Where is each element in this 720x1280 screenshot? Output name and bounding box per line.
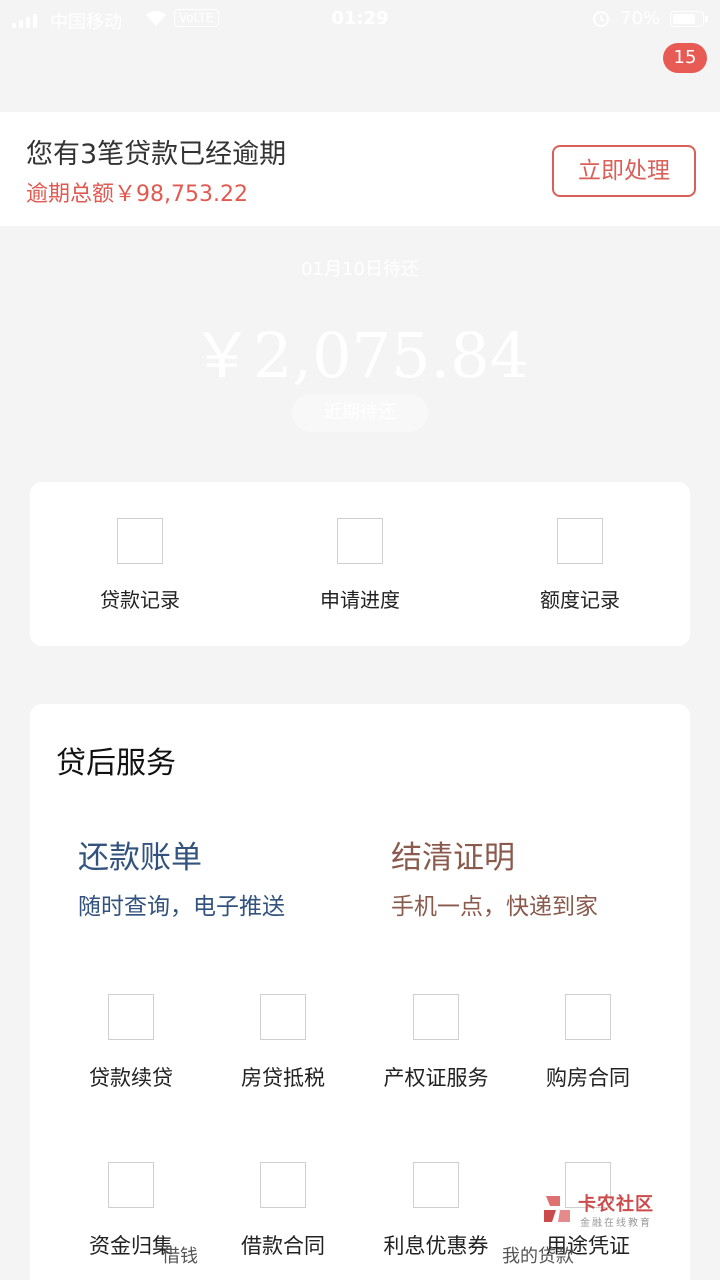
clock: 01:29 — [331, 8, 389, 29]
settlement-certificate-feature[interactable]: 结清证明 手机一点，快递到家 — [391, 832, 598, 921]
feature-title: 结清证明 — [391, 840, 515, 876]
notification-badge[interactable]: 15 — [663, 43, 707, 73]
quick-entry-card: 贷款记录 申请进度 额度记录 — [30, 482, 690, 646]
service-label: 贷款续贷 — [89, 1066, 173, 1090]
tab-borrow[interactable]: 借钱 — [162, 1242, 198, 1268]
application-progress-icon — [337, 518, 383, 564]
overdue-amount: 逾期总额￥98,753.22 — [26, 182, 248, 207]
loan-records-icon — [117, 518, 163, 564]
watermark-title: 卡农社区 — [578, 1194, 654, 1215]
purchase-contract-icon — [565, 994, 611, 1040]
due-amount: ￥2,075.84 — [190, 319, 530, 392]
overdue-title: 您有3笔贷款已经逾期 — [26, 139, 287, 170]
status-bar: 中国移动 VoLTE 01:29 70% — [0, 0, 720, 40]
interest-coupon-icon — [413, 1162, 459, 1208]
repayment-bill-feature[interactable]: 还款账单 随时查询，电子推送 — [78, 832, 285, 921]
watermark-subtitle: 金融在线教育 — [580, 1218, 652, 1229]
service-interest-coupon[interactable]: 利息优惠券 — [361, 1162, 511, 1260]
service-loan-contract[interactable]: 借款合同 — [208, 1162, 358, 1260]
due-date-label: 01月10日待还 — [301, 259, 419, 280]
recent-due-button[interactable]: 近期待还 — [292, 394, 428, 432]
feature-subtitle: 随时查询，电子推送 — [78, 894, 285, 920]
service-label: 房贷抵税 — [241, 1066, 325, 1090]
watermark-logo-icon — [544, 1196, 570, 1222]
quick-entry-credit-records[interactable]: 额度记录 — [470, 518, 690, 613]
battery-percent: 70% — [620, 8, 661, 29]
service-label: 借款合同 — [241, 1234, 325, 1258]
service-property-certificate[interactable]: 产权证服务 — [361, 994, 511, 1092]
loan-renewal-icon — [108, 994, 154, 1040]
battery-icon — [670, 11, 708, 27]
watermark: 卡农社区 金融在线教育 — [540, 1190, 670, 1230]
feature-title: 还款账单 — [78, 840, 202, 876]
service-label: 购房合同 — [546, 1066, 630, 1090]
service-loan-renewal[interactable]: 贷款续贷 — [56, 994, 206, 1092]
loan-contract-icon — [260, 1162, 306, 1208]
tab-my-loans[interactable]: 我的贷款 — [502, 1242, 574, 1268]
quick-entry-application-progress[interactable]: 申请进度 — [250, 518, 470, 613]
service-purchase-contract[interactable]: 购房合同 — [513, 994, 663, 1092]
quick-entry-label: 申请进度 — [320, 588, 400, 612]
feature-subtitle: 手机一点，快递到家 — [391, 894, 598, 920]
quick-entry-label: 贷款记录 — [100, 588, 180, 612]
handle-now-button[interactable]: 立即处理 — [552, 145, 696, 197]
service-label: 产权证服务 — [383, 1066, 489, 1090]
quick-entry-label: 额度记录 — [540, 588, 620, 612]
fund-collection-icon — [108, 1162, 154, 1208]
property-certificate-icon — [413, 994, 459, 1040]
service-label: 利息优惠券 — [383, 1234, 489, 1258]
section-title: 贷后服务 — [56, 746, 176, 781]
mortgage-tax-icon — [260, 994, 306, 1040]
service-mortgage-tax[interactable]: 房贷抵税 — [208, 994, 358, 1092]
overdue-banner: 您有3笔贷款已经逾期 逾期总额￥98,753.22 立即处理 — [0, 112, 720, 226]
credit-records-icon — [557, 518, 603, 564]
quick-entry-loan-records[interactable]: 贷款记录 — [30, 518, 250, 613]
alarm-icon — [592, 8, 610, 33]
